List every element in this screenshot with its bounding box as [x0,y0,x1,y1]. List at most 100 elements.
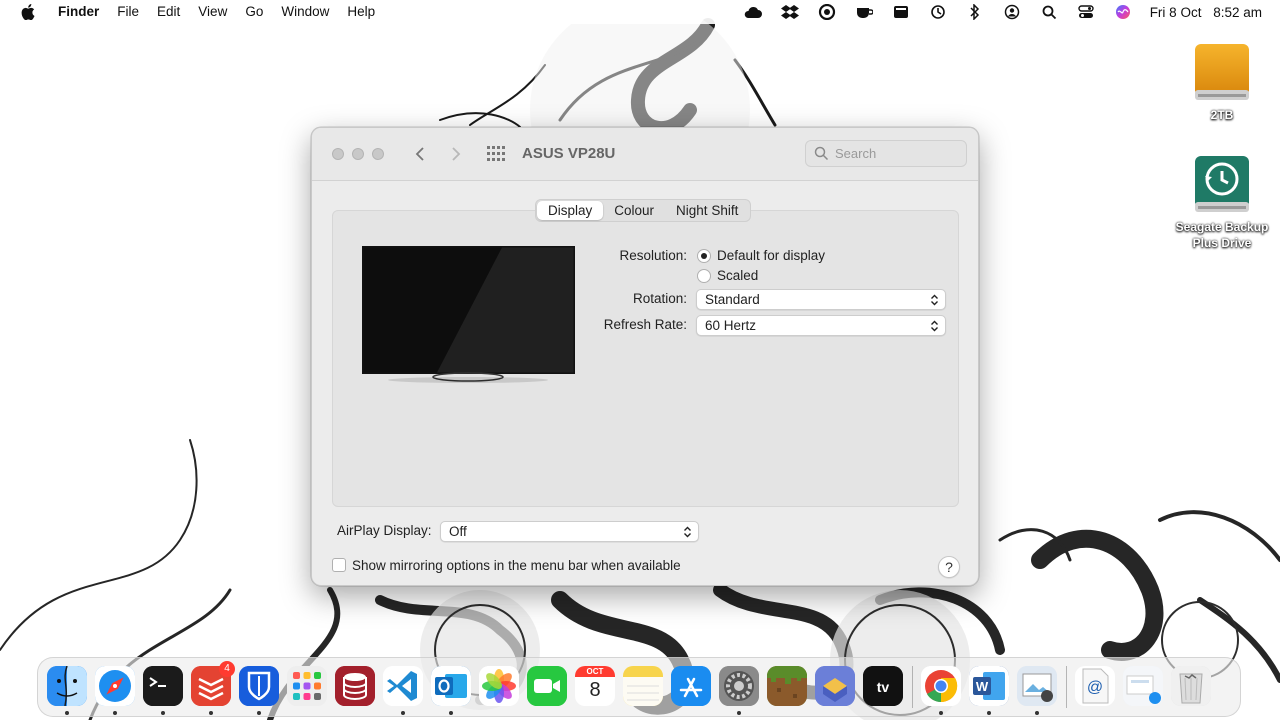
rotation-popup[interactable]: Standard [696,289,946,310]
running-indicator [987,711,991,715]
dock-app-trash[interactable] [1171,666,1211,706]
dropbox-icon[interactable] [772,4,809,20]
tab-colour[interactable]: Colour [603,201,665,220]
dock-app-finder[interactable] [47,666,87,706]
zoom-button[interactable] [372,148,384,160]
menu-app-name[interactable]: Finder [56,0,108,24]
menu-go[interactable]: Go [236,0,272,24]
calendar-icon: OCT 8 [575,666,615,706]
tab-night-shift[interactable]: Night Shift [665,201,749,220]
dock-app-system-preferences[interactable] [719,666,759,706]
dock-app-downloads[interactable] [1123,666,1163,706]
chrome-icon [921,666,961,706]
dock-app-calendar[interactable]: OCT 8 [575,666,615,706]
notes-icon [623,666,663,706]
status-area: Fri 8 Oct 8:52 am [735,0,1280,24]
svg-text:W: W [976,679,989,694]
clapper-icon[interactable] [883,5,920,19]
desktop-icon-seagate[interactable]: Seagate Backup Plus Drive [1167,154,1277,251]
search-icon [814,146,829,161]
dock-app-google-chrome[interactable] [921,666,961,706]
rotation-value: Standard [705,292,760,307]
control-center-icon[interactable] [1068,5,1105,19]
updown-chevron-icon [684,526,691,538]
notification-badge: 4 [219,661,235,677]
dock-app-internet-location[interactable]: @ [1075,666,1115,706]
minimize-button[interactable] [352,148,364,160]
menu-bar: Finder File Edit View Go Window Help Fri… [0,0,1280,24]
menu-edit[interactable]: Edit [148,0,189,24]
chevron-left-icon [415,147,424,161]
running-indicator [113,711,117,715]
resolution-scaled-radio[interactable] [697,269,711,283]
dock-app-preview[interactable] [1017,666,1057,706]
coffee-icon[interactable] [846,4,883,20]
show-all-grid-icon[interactable] [487,146,505,162]
menu-window[interactable]: Window [272,0,338,24]
dock-app-photos[interactable] [479,666,519,706]
resolution-default-radio[interactable] [697,249,711,263]
bluetooth-icon[interactable] [957,4,994,20]
siri-icon[interactable] [1105,4,1142,20]
dock-app-minecraft[interactable] [767,666,807,706]
refresh-rate-label: Refresh Rate: [603,317,687,332]
refresh-rate-popup[interactable]: 60 Hertz [696,315,946,336]
dock-app-sequel[interactable] [335,666,375,706]
photos-icon [479,666,519,706]
dock-app-dropzone[interactable] [815,666,855,706]
airplay-display-popup[interactable]: Off [440,521,699,542]
dock-app-outlook[interactable] [431,666,471,706]
search-field[interactable] [805,140,967,167]
svg-text:@: @ [1087,679,1103,696]
clock[interactable]: Fri 8 Oct 8:52 am [1142,5,1280,20]
safari-icon [95,666,135,706]
app-store-icon [671,666,711,706]
minecraft-icon [767,666,807,706]
time-machine-icon[interactable] [920,4,957,20]
dock-app-microsoft-word[interactable]: W [969,666,1009,706]
dock-app-notes[interactable] [623,666,663,706]
monitor-image [362,246,575,383]
user-icon[interactable] [994,4,1031,20]
dock-app-bitwarden[interactable] [239,666,279,706]
cloud-icon[interactable] [735,5,772,19]
dock-app-visual-studio-code[interactable] [383,666,423,706]
running-indicator [257,711,261,715]
search-icon[interactable] [1031,5,1068,20]
desktop-icon-2tb[interactable]: 2TB [1167,42,1277,123]
running-indicator [449,711,453,715]
apple-menu-icon[interactable] [0,4,56,20]
tab-bar: Display Colour Night Shift [535,199,752,222]
finder-icon [47,666,87,706]
dock-separator [1066,666,1067,708]
close-button[interactable] [332,148,344,160]
dock-app-app-store[interactable] [671,666,711,706]
tab-display[interactable]: Display [537,201,604,220]
dock-app-apple-tv[interactable]: tv [863,666,903,706]
search-input[interactable] [835,146,955,161]
creative-cloud-icon[interactable] [809,4,846,20]
dock-app-safari[interactable] [95,666,135,706]
dock-app-facetime[interactable] [527,666,567,706]
menu-view[interactable]: View [189,0,236,24]
running-indicator [1035,711,1039,715]
dock-app-terminal[interactable] [143,666,183,706]
menu-file[interactable]: File [108,0,148,24]
mirroring-checkbox[interactable] [332,558,346,572]
forward-button[interactable] [446,144,466,164]
resolution-scaled-label[interactable]: Scaled [717,268,758,283]
outlook-icon [431,666,471,706]
dock-app-launchpad[interactable] [287,666,327,706]
resolution-default-label[interactable]: Default for display [717,248,825,263]
external-drive-icon [1195,44,1249,100]
rotation-label: Rotation: [632,291,687,306]
running-indicator [939,711,943,715]
menu-help[interactable]: Help [338,0,384,24]
bitwarden-icon [239,666,279,706]
airplay-display-label: AirPlay Display: [337,523,432,538]
svg-text:tv: tv [877,679,890,695]
mirroring-label[interactable]: Show mirroring options in the menu bar w… [352,558,681,573]
back-button[interactable] [410,144,430,164]
help-button[interactable]: ? [938,556,960,578]
database-icon [335,666,375,706]
